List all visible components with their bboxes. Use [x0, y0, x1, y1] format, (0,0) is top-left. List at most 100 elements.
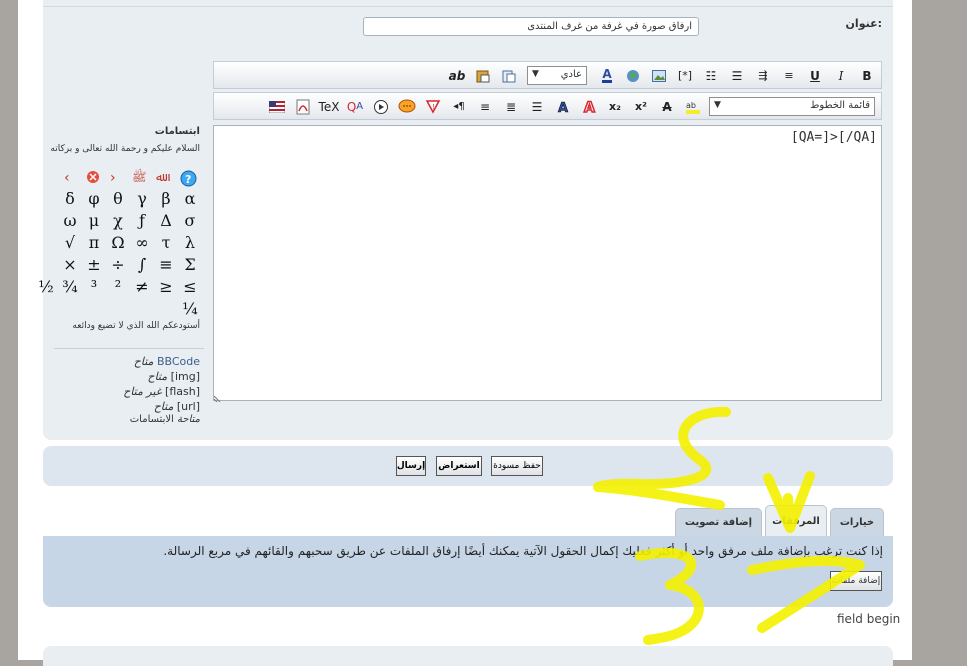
math-symbol[interactable]: δ	[60, 189, 80, 208]
strikethrough-icon[interactable]: A	[657, 97, 677, 116]
editor-toolbar-row-1: B I U ≡ ⇶ ☰ ☷ [*] A عادي ▼ ab	[213, 61, 882, 89]
math-symbol[interactable]: ±	[84, 255, 104, 274]
tab-poll[interactable]: إضافة تصويت	[675, 508, 762, 536]
svg-text:ab: ab	[686, 101, 696, 110]
math-symbol[interactable]: ²	[108, 277, 128, 296]
font-size-select[interactable]: عادي ▼	[527, 66, 587, 85]
title-input[interactable]	[363, 17, 699, 36]
math-symbol[interactable]: ≡	[156, 255, 176, 274]
math-symbol[interactable]: σ	[180, 211, 200, 230]
add-files-button[interactable]: إضافة ملفات	[830, 571, 882, 591]
send-button[interactable]: إرسال	[396, 456, 426, 476]
font-outline-red-icon[interactable]: A	[579, 97, 599, 116]
math-symbol[interactable]: ƒ	[132, 211, 152, 230]
math-symbol[interactable]: ≥	[156, 277, 176, 296]
page: عنوان: B I U ≡ ⇶ ☰ ☷ [*] A عادي▼ ab	[18, 0, 912, 666]
salam-text[interactable]: السلام عليكم و رحمة الله تعالى و بركاته	[50, 144, 200, 154]
math-symbol[interactable]: ÷	[108, 255, 128, 274]
outdent-icon[interactable]: ⇶	[753, 66, 773, 85]
tex-button[interactable]: TeX	[319, 97, 340, 116]
math-symbol[interactable]: χ	[108, 211, 128, 230]
math-symbol[interactable]: μ	[84, 211, 104, 230]
attachments-panel: إذا كنت ترغب بإضافة ملف مرفق واحد أو أكث…	[43, 536, 893, 607]
bottom-panel	[43, 646, 893, 666]
rtl-direction-icon[interactable]: ◂¶	[449, 97, 469, 116]
svg-text:!: !	[432, 103, 435, 111]
resize-grip-icon[interactable]	[213, 392, 222, 403]
highlight-icon[interactable]: ab	[683, 97, 703, 116]
math-symbol[interactable]: ≤	[180, 277, 200, 296]
math-symbol[interactable]: ³	[84, 277, 104, 296]
no-emoji-icon[interactable]	[86, 170, 100, 187]
link-icon[interactable]	[623, 66, 643, 85]
spellcheck-icon[interactable]: ab	[447, 66, 467, 85]
italic-icon[interactable]: I	[831, 66, 851, 85]
bbcode-link[interactable]: BBCode	[157, 355, 200, 368]
math-symbol[interactable]: √	[60, 233, 80, 252]
font-shadow-icon[interactable]: A	[553, 97, 573, 116]
math-symbol[interactable]: ¾	[60, 277, 80, 296]
subscript-icon[interactable]: x₂	[605, 97, 625, 116]
smilies-title: ابتسامات	[154, 126, 200, 137]
math-symbol[interactable]: ¼	[180, 299, 200, 318]
comment-bubble-icon[interactable]	[397, 97, 417, 116]
editor-content[interactable]: [QA=]>[/QA]	[791, 130, 877, 145]
attachments-info: إذا كنت ترغب بإضافة ملف مرفق واحد أو أكث…	[163, 544, 883, 558]
farewell-text[interactable]: أستودعكم الله الذي لا تضيع ودائعه	[72, 321, 200, 331]
list-item-icon[interactable]: [*]	[675, 66, 695, 85]
clipboard-icon[interactable]	[473, 66, 493, 85]
math-symbol[interactable]: ∫	[132, 255, 152, 274]
next-arrow-icon[interactable]: ›	[110, 170, 116, 186]
media-play-icon[interactable]	[371, 97, 391, 116]
image-icon[interactable]	[649, 66, 669, 85]
font-family-select[interactable]: قائمة الخطوط ▼	[709, 97, 875, 116]
numbered-list-icon[interactable]: ☷	[701, 66, 721, 85]
superscript-icon[interactable]: x²	[631, 97, 651, 116]
tab-options[interactable]: خيارات	[830, 508, 884, 536]
question-emoji-icon[interactable]: ?	[180, 170, 197, 190]
message-editor[interactable]: [QA=]>[/QA]	[213, 125, 882, 403]
indent-icon[interactable]: ≡	[779, 66, 799, 85]
math-symbol[interactable]: θ	[108, 189, 128, 208]
math-symbol[interactable]: ≠	[132, 277, 152, 296]
math-symbol[interactable]: π	[84, 233, 104, 252]
status-bbcode: متاح BBCode	[133, 355, 200, 368]
math-symbol[interactable]: Σ	[180, 255, 200, 274]
math-symbol[interactable]: ×	[60, 255, 80, 274]
font-color-icon[interactable]: A	[597, 66, 617, 85]
bullet-list-icon[interactable]: ☰	[727, 66, 747, 85]
editor-toolbar-row-2: قائمة الخطوط ▼ ab A x² x₂ A A ☰ ≣ ≡ ◂¶ ! …	[213, 92, 882, 120]
math-symbol[interactable]: τ	[156, 233, 176, 252]
qa-icon[interactable]: QA	[345, 97, 365, 116]
status-img: متاح [img]	[147, 370, 200, 383]
math-symbol[interactable]: ω	[60, 211, 80, 230]
warning-icon[interactable]: !	[423, 97, 443, 116]
pdf-icon[interactable]	[293, 97, 313, 116]
math-symbol[interactable]: λ	[180, 233, 200, 252]
underline-icon[interactable]: U	[805, 66, 825, 85]
align-justify-icon[interactable]: ☰	[527, 97, 547, 116]
save-draft-button[interactable]: حفظ مسودة	[491, 456, 543, 476]
align-center-icon[interactable]: ≣	[501, 97, 521, 116]
svg-text:A: A	[558, 101, 568, 115]
math-symbol[interactable]: Δ	[156, 211, 176, 230]
svg-text:?: ?	[185, 173, 191, 186]
emoji-row: ? ﷲ ﷺ › ‹	[60, 170, 204, 188]
arabic-calligraphy-icon[interactable]: ﷲ	[156, 170, 163, 184]
title-label: عنوان:	[845, 17, 882, 30]
math-symbol[interactable]: ½	[36, 277, 56, 296]
align-right-icon[interactable]: ≡	[475, 97, 495, 116]
math-symbol[interactable]: γ	[132, 189, 152, 208]
paste-icon[interactable]	[499, 66, 519, 85]
math-symbol[interactable]: ∞	[132, 233, 152, 252]
preview-button[interactable]: استعراض	[436, 456, 482, 476]
tab-attachments[interactable]: المرفقات	[765, 505, 827, 536]
math-symbol[interactable]: φ	[84, 189, 104, 208]
flag-icon[interactable]	[267, 97, 287, 116]
arabic-calligraphy-2-icon[interactable]: ﷺ	[132, 170, 147, 187]
prev-arrow-icon[interactable]: ‹	[64, 170, 70, 186]
math-symbol[interactable]: β	[156, 189, 176, 208]
math-symbol[interactable]: Ω	[108, 233, 128, 252]
math-symbol[interactable]: α	[180, 189, 200, 208]
bold-icon[interactable]: B	[857, 66, 877, 85]
